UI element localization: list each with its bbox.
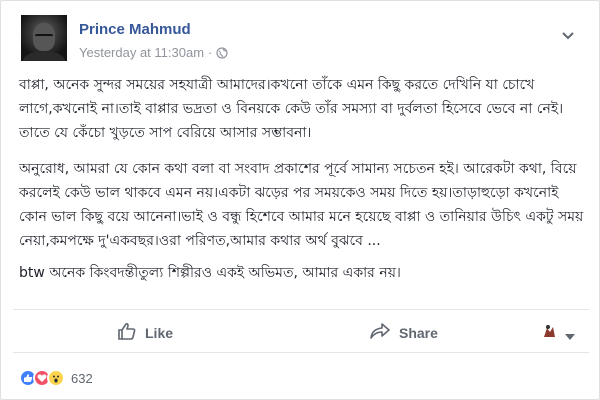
post-paragraph-2: অনুরোধ, আমরা যে কোন কথা বলা বা সংবাদ প্র… <box>19 161 584 249</box>
author-name[interactable]: Prince Mahmud <box>79 21 191 38</box>
share-arrow-icon <box>369 321 391 344</box>
post-paragraph-1: বাপ্পা, অনেক সুন্দর সময়ের সহযাত্রী আমাদ… <box>19 77 564 141</box>
page-avatar-icon <box>539 322 559 346</box>
avatar-shoulders <box>23 51 65 61</box>
share-label: Share <box>399 324 438 341</box>
like-button[interactable]: Like <box>117 321 173 344</box>
avatar-glasses <box>35 34 53 38</box>
reactions-summary[interactable]: 632 <box>19 369 93 387</box>
thumbs-up-icon <box>117 321 137 344</box>
avatar[interactable] <box>21 15 67 61</box>
globe-icon[interactable] <box>216 46 228 59</box>
like-label: Like <box>145 324 174 341</box>
caret-down-icon <box>565 325 575 344</box>
post-actions-bar: Like Share <box>13 309 589 353</box>
timestamp[interactable]: Yesterday at 11:30am <box>79 45 204 60</box>
post-card: Prince Mahmud Yesterday at 11:30am · বাপ… <box>0 0 600 400</box>
share-button[interactable]: Share <box>369 321 438 344</box>
post-options-chevron-icon[interactable] <box>559 27 577 40</box>
post-meta: Yesterday at 11:30am · <box>79 45 228 60</box>
wow-reaction-icon <box>47 369 65 387</box>
reaction-count: 632 <box>71 370 93 386</box>
post-body: বাপ্পা, অনেক সুন্দর সময়ের সহযাত্রী আমাদ… <box>19 73 585 297</box>
react-as-selector[interactable] <box>539 322 575 346</box>
meta-separator: · <box>208 45 213 60</box>
post-paragraph-3: btw অনেক কিংবদন্তীতুল্য শিল্পীরও একই অভি… <box>19 265 401 281</box>
post-header: Prince Mahmud Yesterday at 11:30am · <box>17 15 577 65</box>
